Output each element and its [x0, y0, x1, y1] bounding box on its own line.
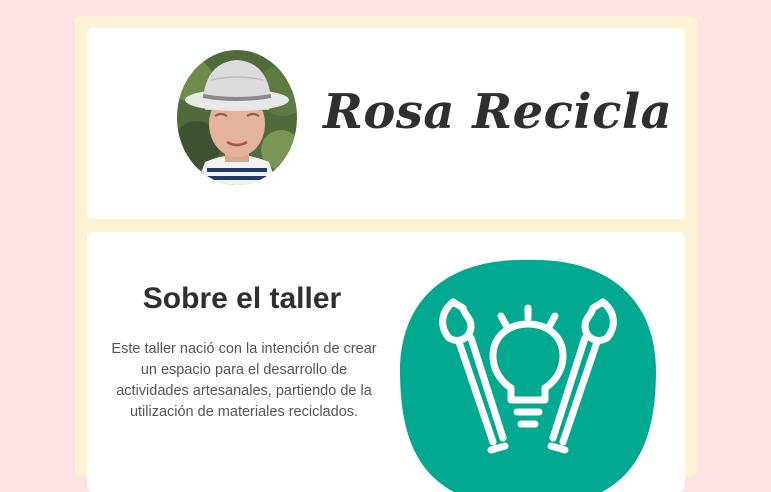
site-title: Rosa Recicla — [323, 84, 673, 140]
lightbulb-brushes-icon — [395, 254, 661, 492]
page-container: Rosa Recicla Sobre el taller Este taller… — [75, 16, 697, 492]
avatar — [177, 50, 297, 185]
about-title: Sobre el taller — [142, 282, 342, 315]
about-description: Este taller nació con la intención de cr… — [111, 341, 377, 420]
about-card: Sobre el taller Este taller nació con la… — [87, 232, 685, 492]
header-card: Rosa Recicla — [87, 28, 685, 219]
